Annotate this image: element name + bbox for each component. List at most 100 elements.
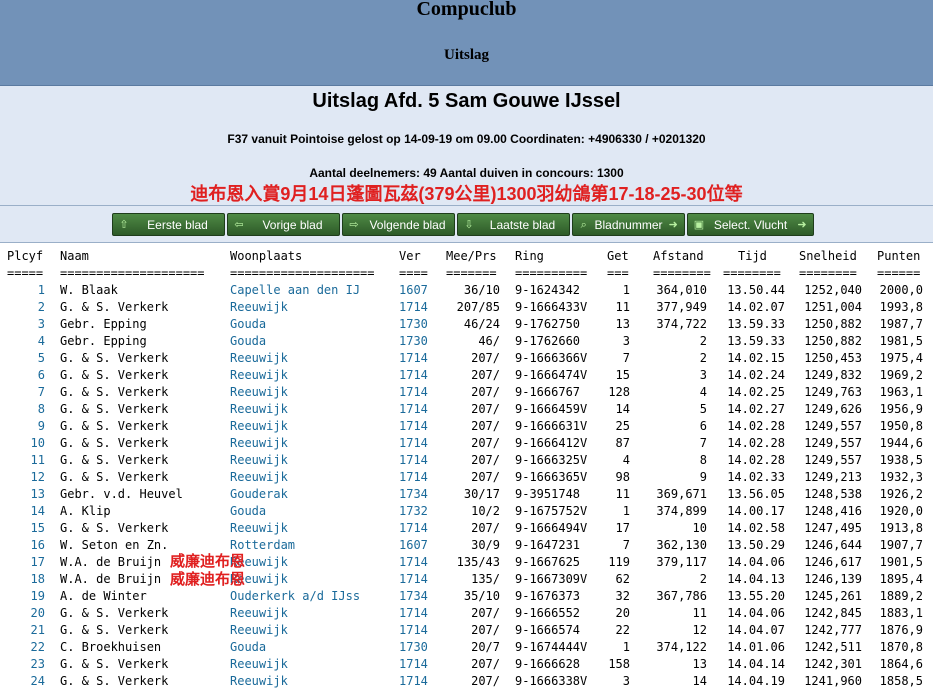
cell-naam: G. & S. Verkerk (60, 436, 169, 450)
cell-plcyf: 9 (37, 419, 45, 433)
cell-woonplaats[interactable]: Reeuwijk (230, 350, 395, 367)
cell-get: 15 (615, 368, 630, 382)
cell-woonplaats[interactable]: Reeuwijk (230, 367, 395, 384)
cell-woonplaats[interactable]: Rotterdam (230, 537, 395, 554)
cell-plcyf: 6 (37, 368, 45, 382)
cell-woonplaats[interactable]: Gouda (230, 503, 395, 520)
cell-afstand: 5 (699, 402, 707, 416)
cell-snelheid: 1248,416 (804, 504, 862, 518)
cell-woonplaats[interactable]: Reeuwijk (230, 656, 395, 673)
last-page-button[interactable]: ⇩ Laatste blad (457, 213, 570, 236)
cell-mee-prs: 10/2 (471, 504, 500, 518)
cell-mee-prs: 30/9 (471, 538, 500, 552)
cell-woonplaats[interactable]: Reeuwijk (230, 469, 395, 486)
cell-punten: 1932,3 (879, 470, 923, 484)
col-header: Ring (515, 249, 544, 263)
cell-woonplaats[interactable]: Reeuwijk (230, 571, 395, 588)
cell-snelheid: 1252,040 (804, 283, 862, 297)
cell-plcyf: 18 (30, 572, 45, 586)
cell-tijd: 14.04.06 (727, 555, 785, 569)
cell-plcyf: 11 (30, 453, 45, 467)
cell-get: 119 (608, 555, 630, 569)
previous-page-button[interactable]: ⇦ Vorige blad (227, 213, 340, 236)
cell-plcyf: 13 (30, 487, 45, 501)
cell-naam: A. Klip (60, 504, 111, 518)
cell-afstand: 367,786 (656, 589, 707, 603)
table-row: 5 G. & S. Verkerk Reeuwijk 1714 207/9-166636… (0, 350, 933, 367)
page-navigation: ⇧ Eerste blad ⇦ Vorige blad ⇨ Volgende b… (112, 213, 814, 236)
cell-tijd: 14.04.13 (727, 572, 785, 586)
cell-plcyf: 2 (37, 300, 45, 314)
cell-woonplaats[interactable]: Capelle aan den IJ (230, 282, 395, 299)
separator: === (607, 266, 629, 280)
table-row: 18 W.A. de Bruijn Reeuwijk 1714 135/9-166730… (0, 571, 933, 588)
cell-naam: G. & S. Verkerk (60, 521, 169, 535)
cell-afstand: 374,899 (656, 504, 707, 518)
cell-mee-prs: 135/ (471, 572, 500, 586)
cell-woonplaats[interactable]: Ouderkerk a/d IJss (230, 588, 395, 605)
cell-mee-prs: 207/ (471, 436, 500, 450)
cell-punten: 1993,8 (879, 300, 923, 314)
cell-naam: G. & S. Verkerk (60, 368, 169, 382)
cell-tijd: 14.02.15 (727, 351, 785, 365)
cell-woonplaats[interactable]: Reeuwijk (230, 452, 395, 469)
cell-woonplaats[interactable]: Reeuwijk (230, 605, 395, 622)
cell-snelheid: 1245,261 (804, 589, 862, 603)
cell-woonplaats[interactable]: Reeuwijk (230, 520, 395, 537)
cell-woonplaats[interactable]: Reeuwijk (230, 673, 395, 690)
cell-woonplaats[interactable]: Gouda (230, 639, 395, 656)
cell-tijd: 14.02.58 (727, 521, 785, 535)
select-icon: ▣ (693, 218, 705, 231)
cell-snelheid: 1250,453 (804, 351, 862, 365)
cell-woonplaats[interactable]: Reeuwijk (230, 384, 395, 401)
table-row: 10 G. & S. Verkerk Reeuwijk 1714 207/9-16664… (0, 435, 933, 452)
select-flight-button[interactable]: ▣ Select. Vlucht ➜ (687, 213, 814, 236)
cell-woonplaats[interactable]: Gouda (230, 316, 395, 333)
separator: ======== (723, 266, 781, 280)
cell-mee-prs: 207/ (471, 674, 500, 688)
race-info: F37 vanuit Pointoise gelost op 14-09-19 … (227, 132, 706, 146)
cell-get: 14 (615, 402, 630, 416)
cell-mee-prs: 207/ (471, 623, 500, 637)
next-page-button[interactable]: ⇨ Volgende blad (342, 213, 455, 236)
col-header: Tijd (738, 249, 767, 263)
cell-woonplaats[interactable]: Reeuwijk (230, 299, 395, 316)
cell-afstand: 364,010 (656, 283, 707, 297)
separator: ==================== (230, 266, 375, 280)
page-number-button[interactable]: ⌕ Bladnummer ➜ (572, 213, 685, 236)
table-row: 6 G. & S. Verkerk Reeuwijk 1714 207/9-166647… (0, 367, 933, 384)
cell-snelheid: 1249,763 (804, 385, 862, 399)
separator: ======== (799, 266, 857, 280)
cell-mee-prs: 207/ (471, 657, 500, 671)
cell-afstand: 2 (699, 334, 707, 348)
cell-plcyf: 24 (30, 674, 45, 688)
cell-mee-prs: 36/10 (463, 283, 500, 297)
first-page-button[interactable]: ⇧ Eerste blad (112, 213, 225, 236)
cell-tijd: 13.50.44 (727, 283, 785, 297)
cell-woonplaats[interactable]: Reeuwijk (230, 622, 395, 639)
cell-woonplaats[interactable]: Reeuwijk (230, 554, 395, 571)
cell-mee-prs: 46/24 (463, 317, 500, 331)
cell-mee-prs: 20/7 (471, 640, 500, 654)
cell-tijd: 14.04.14 (727, 657, 785, 671)
cell-plcyf: 3 (37, 317, 45, 331)
divider (0, 205, 933, 206)
table-row: 15 G. & S. Verkerk Reeuwijk 1714 207/9-16664… (0, 520, 933, 537)
cell-plcyf: 16 (30, 538, 45, 552)
cell-afstand: 10 (692, 521, 707, 535)
cell-woonplaats[interactable]: Reeuwijk (230, 418, 395, 435)
cell-woonplaats[interactable]: Reeuwijk (230, 401, 395, 418)
cell-plcyf: 17 (30, 555, 45, 569)
cell-tijd: 14.02.25 (727, 385, 785, 399)
cell-afstand: 9 (699, 470, 707, 484)
cell-woonplaats[interactable]: Reeuwijk (230, 435, 395, 452)
cell-tijd: 14.04.07 (727, 623, 785, 637)
cell-afstand: 379,117 (656, 555, 707, 569)
cell-naam: G. & S. Verkerk (60, 419, 169, 433)
cell-punten: 1913,8 (879, 521, 923, 535)
cell-mee-prs: 207/ (471, 606, 500, 620)
cell-woonplaats[interactable]: Gouda (230, 333, 395, 350)
participants-info: Aantal deelnemers: 49 Aantal duiven in c… (309, 166, 624, 180)
cell-afstand: 6 (699, 419, 707, 433)
cell-woonplaats[interactable]: Gouderak (230, 486, 395, 503)
